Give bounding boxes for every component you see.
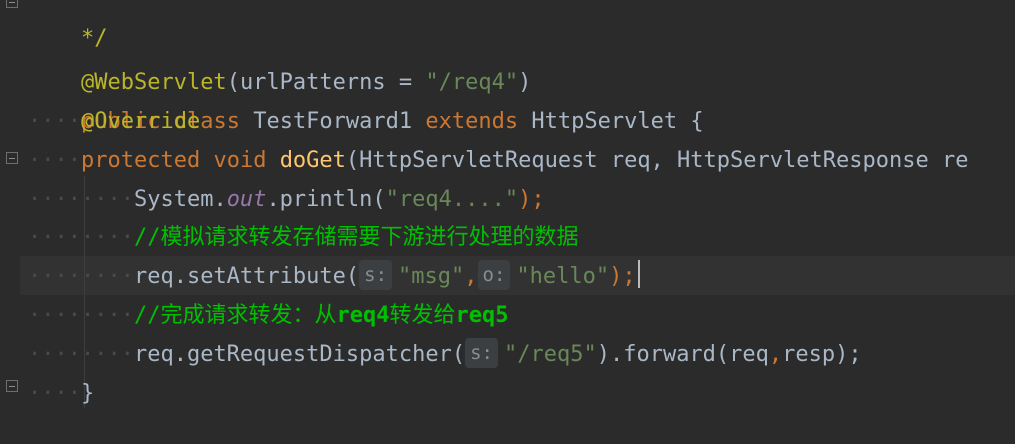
fold-marker-icon[interactable] (6, 380, 18, 392)
code-comment: //模拟请求转发存储需要下游进行处理的数据 (133, 225, 579, 250)
method-call: resp); (782, 342, 862, 367)
indent-dots: ········ (28, 264, 134, 289)
code-line[interactable]: ········System.out.println("req4...."); (28, 180, 545, 219)
keyword: extends (425, 109, 519, 134)
keyword: void (213, 148, 267, 173)
parent-class: HttpServlet (531, 109, 678, 134)
static-field: out (226, 187, 267, 212)
fold-marker-icon[interactable] (6, 0, 18, 8)
parameter-hint: s: (359, 260, 393, 290)
fold-marker-icon[interactable] (6, 152, 18, 164)
code-editor[interactable]: */ @WebServlet(urlPatterns = "/req4") pu… (0, 0, 1015, 444)
annotation: @Override (80, 109, 201, 134)
code-comment-bold: req4 (336, 303, 390, 328)
code-line[interactable]: ········req.setAttribute(s: "msg", o: "hell… (28, 257, 640, 296)
code-line[interactable]: ····protected void doGet(HttpServletRequ… (28, 141, 968, 180)
string-literal: "req4...." (385, 187, 519, 212)
code-comment: 转发给 (389, 303, 456, 328)
parameter-hint: s: (465, 338, 498, 368)
code-comment-bold: req5 (455, 303, 509, 328)
code-line[interactable]: ····} (28, 374, 94, 413)
code-line[interactable]: public class TestForward1 extends HttpSe… (28, 63, 704, 134)
method-call: req.getRequestDispatcher( (133, 342, 466, 367)
indent-dots: ········ (28, 187, 134, 212)
code-line[interactable]: ········//模拟请求转发存储需要下游进行处理的数据 (28, 218, 578, 257)
comma: , (768, 342, 783, 367)
class-name: TestForward1 (253, 109, 413, 134)
keyword: protected (80, 148, 201, 173)
text-caret (637, 260, 640, 288)
class-ref: System. (133, 187, 227, 212)
code-line[interactable]: ········//完成请求转发：从req4转发给req5 (28, 296, 508, 335)
method-call: req.setAttribute( (133, 264, 360, 289)
parameter-hint: o: (477, 260, 511, 290)
brace: { (690, 109, 704, 134)
indent-dots: ········ (28, 342, 134, 367)
indent-dots: ········ (28, 225, 134, 250)
comma: , (464, 264, 478, 289)
method-call: ).forward(req (596, 342, 769, 367)
code-line[interactable]: ········req.getRequestDispatcher(s: "/req… (28, 335, 862, 374)
method-call: .println( (266, 187, 386, 212)
statement-end: ); (609, 264, 636, 289)
method-signature: (HttpServletRequest req, HttpServletResp… (345, 148, 969, 173)
statement-end: ); (518, 187, 545, 212)
code-line[interactable]: */ (28, 0, 108, 51)
string-literal: "/req5" (504, 342, 597, 367)
method-name: doGet (279, 148, 346, 173)
string-literal: "hello" (516, 264, 610, 289)
string-literal: "msg" (398, 264, 465, 289)
indent-dots: ········ (28, 303, 134, 328)
indent-dots: ···· (28, 381, 81, 406)
indent-dots: ···· (28, 148, 81, 173)
code-line[interactable]: ····@Override (28, 102, 200, 141)
code-line[interactable]: @WebServlet(urlPatterns = "/req4") (28, 24, 531, 95)
editor-gutter[interactable] (0, 0, 20, 444)
code-comment: //完成请求转发：从 (133, 303, 337, 328)
indent-dots: ···· (28, 109, 81, 134)
brace: } (80, 381, 95, 406)
